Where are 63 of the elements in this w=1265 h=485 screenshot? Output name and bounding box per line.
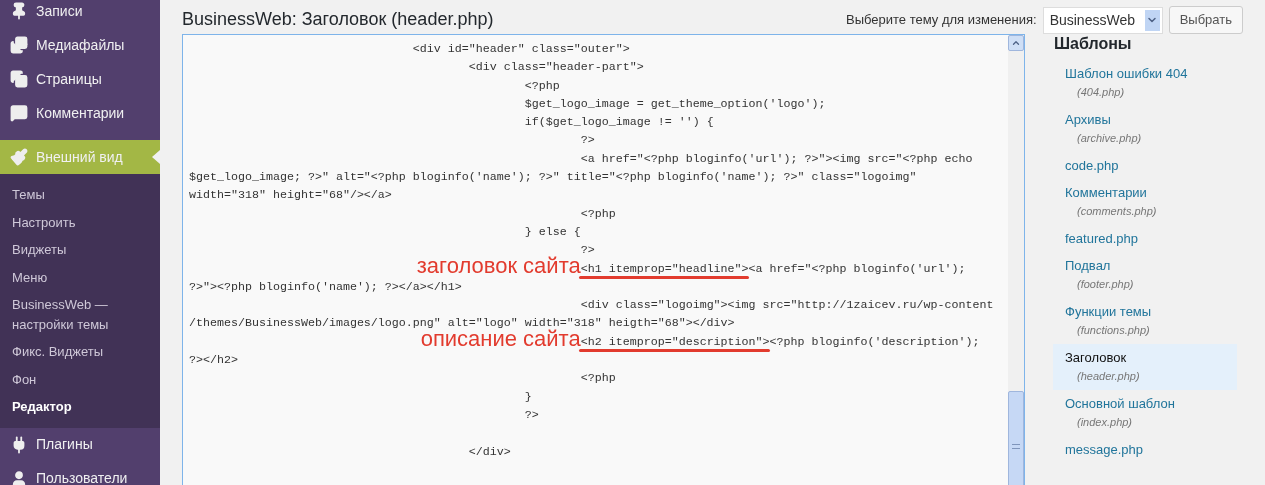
submenu-item[interactable]: BusinessWeb — настройки темы xyxy=(0,291,140,338)
select-button[interactable]: Выбрать xyxy=(1168,6,1243,34)
template-item[interactable]: Заголовок (header.php) xyxy=(1053,344,1237,390)
code-line: $get_logo_image = get_theme_option('logo'); xyxy=(524,96,826,111)
code-line: </div> xyxy=(468,444,511,459)
speech-bubble-icon xyxy=(10,104,28,122)
pin-icon xyxy=(10,2,28,20)
sidebar-item[interactable]: Медиафайлы xyxy=(0,28,160,62)
paintbrush-icon xyxy=(10,148,28,166)
code-line: <div class="logoimg"><img src="http://1zaicev.ru/wp-content xyxy=(580,298,994,313)
submenu-item[interactable]: Настроить xyxy=(0,208,140,236)
submenu-item[interactable]: Фикс. Виджеты xyxy=(0,338,140,366)
template-item[interactable]: Комментарии (comments.php) xyxy=(1053,179,1237,225)
code-line: ?> xyxy=(580,133,595,148)
current-arrow-icon xyxy=(152,150,160,164)
code-line: ?> xyxy=(580,243,595,258)
theme-select[interactable]: BusinessWeb xyxy=(1042,6,1163,34)
code-line: <h2 itemprop="description"><?php bloginfo('description'); xyxy=(580,334,980,349)
pages-icon xyxy=(10,70,28,88)
submenu-item[interactable]: Меню xyxy=(0,263,140,291)
sidebar-item[interactable]: Записи xyxy=(0,0,160,28)
code-line: <?php xyxy=(580,206,616,221)
scroll-up-icon[interactable] xyxy=(1008,35,1024,51)
code-line: ?>"><?php bloginfo('name'); ?></a></h1> xyxy=(189,279,462,294)
code-line: <a href="<?php bloginfo('url'); ?>"><img src="<?php echo xyxy=(580,151,973,166)
template-item[interactable]: featured.php xyxy=(1053,225,1237,252)
code-line: ?> xyxy=(524,407,539,422)
template-item[interactable]: Функции темы (functions.php) xyxy=(1053,298,1237,344)
template-item[interactable]: code.php xyxy=(1053,152,1237,179)
submenu-item[interactable]: Редактор xyxy=(0,393,140,421)
code-line: <?php xyxy=(580,371,616,386)
sidebar-item[interactable]: Плагины xyxy=(0,427,160,462)
sidebar-item[interactable]: Страницы xyxy=(0,62,160,96)
code-line: <?php xyxy=(524,78,560,93)
template-item[interactable]: Основной шаблон (index.php) xyxy=(1053,390,1237,436)
code-editor[interactable] xyxy=(182,34,1025,485)
scroll-thumb[interactable] xyxy=(1008,391,1024,485)
annotation-label: заголовок сайта xyxy=(416,252,581,280)
code-line: } xyxy=(524,389,532,404)
template-item[interactable]: message.php xyxy=(1053,436,1237,463)
user-icon xyxy=(10,469,28,485)
page-title: BusinessWeb: Заголовок (header.php) xyxy=(182,8,494,31)
code-line: <div class="header-part"> xyxy=(468,60,644,75)
sidebar-item[interactable]: Комментарии xyxy=(0,96,160,130)
code-line: width="318" height="68"/></a> xyxy=(189,188,392,203)
submenu-item[interactable]: Фон xyxy=(0,365,140,393)
template-item[interactable]: Шаблон ошибки 404 (404.php) xyxy=(1053,60,1237,106)
scrollbar[interactable] xyxy=(1008,35,1024,485)
code-line: ?></h2> xyxy=(189,353,238,368)
template-item[interactable]: Архивы (archive.php) xyxy=(1053,106,1237,152)
code-line: } else { xyxy=(524,224,581,239)
theme-select-label: Выберите тему для изменения: xyxy=(846,11,1037,30)
sidebar-item[interactable]: Пользователи xyxy=(0,461,160,485)
code-line: $get_logo_image; ?>" alt="<?php bloginfo('name'); ?>" title="<?php bloginfo('name'); ?>" class="logoimg" xyxy=(189,170,917,185)
submenu-item[interactable]: Виджеты xyxy=(0,236,140,264)
submenu-item[interactable]: Темы xyxy=(0,181,140,209)
template-item[interactable]: Подвал (footer.php) xyxy=(1053,252,1237,298)
code-line: <div id="header" class="outer"> xyxy=(412,42,630,56)
dropdown-icon xyxy=(1144,9,1160,31)
templates-title: Шаблоны xyxy=(1053,34,1133,54)
code-line: if($get_logo_image != '') { xyxy=(524,115,714,130)
code-line: <h1 itemprop="headline"><a href="<?php bloginfo('url'); xyxy=(580,261,966,276)
images-icon xyxy=(10,36,28,54)
